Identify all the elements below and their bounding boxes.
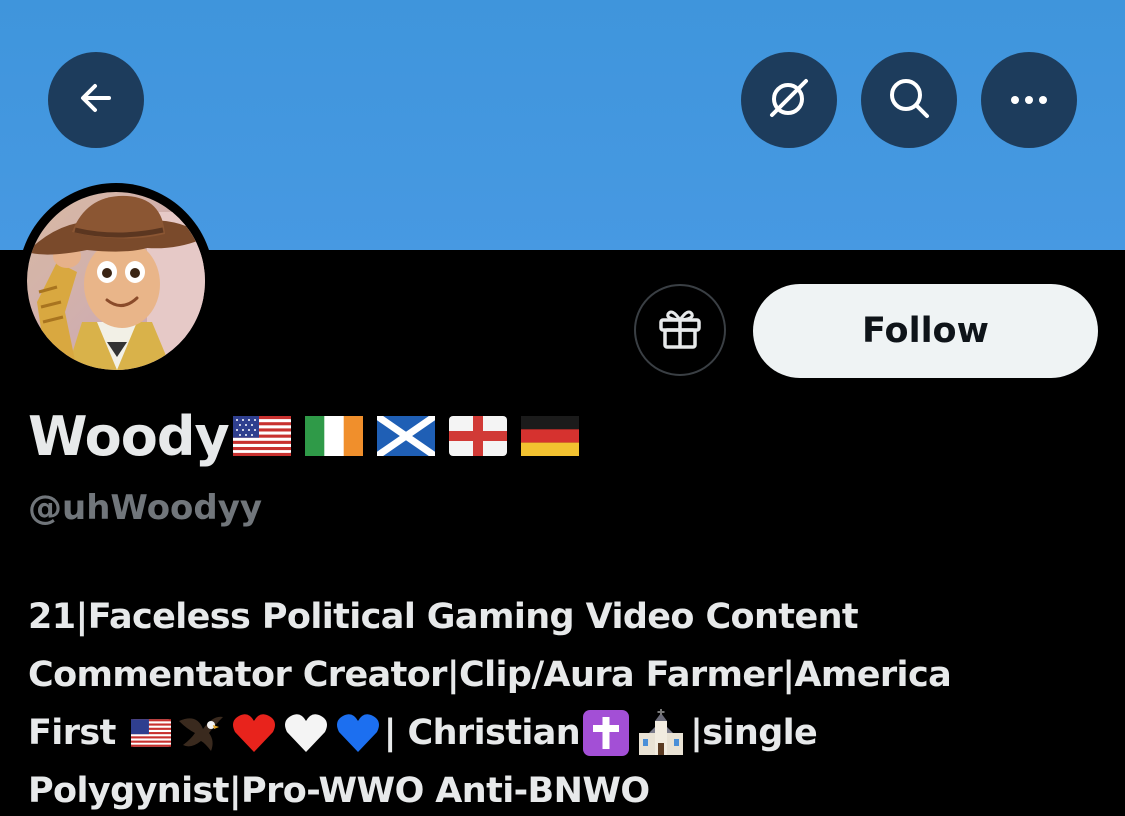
grok-icon: [766, 75, 812, 125]
profile-display-name: Woody: [28, 400, 579, 472]
arrow-left-icon: [76, 78, 116, 122]
avatar-frame: [18, 183, 214, 379]
follow-button[interactable]: Follow: [753, 284, 1098, 378]
bio-text-christian: | Christian: [383, 713, 581, 753]
gift-button[interactable]: [634, 284, 726, 376]
church-icon: [639, 709, 684, 755]
bio-text-single: |single: [690, 713, 818, 753]
flag-scotland-icon: [376, 416, 435, 456]
profile-bio: 21|Faceless Political Gaming Video Conte…: [28, 588, 1108, 816]
bio-line-4: Polygynist|Pro-WWO Anti-BNWO: [28, 771, 650, 811]
name-flags: [232, 416, 579, 456]
bio-line-1: 21|Faceless Political Gaming Video Conte…: [28, 597, 859, 637]
bio-line-3: First | Christian |single: [28, 704, 1108, 762]
profile-page: Follow Woody @uhWoodyy 21|Faceless Polit…: [0, 0, 1125, 816]
grok-button[interactable]: [741, 52, 837, 148]
flag-germany-icon: [520, 416, 579, 456]
avatar[interactable]: [27, 192, 205, 370]
display-name-text: Woody: [28, 404, 230, 468]
bio-line-2: Commentator Creator|Clip/Aura Farmer|Ame…: [28, 655, 952, 695]
profile-handle: @uhWoodyy: [28, 488, 263, 528]
bio-text-first: First: [28, 713, 116, 753]
flag-us-icon: [232, 416, 291, 456]
eagle-icon: [178, 716, 223, 751]
more-options-button[interactable]: [981, 52, 1077, 148]
search-icon: [886, 75, 932, 125]
gift-icon: [657, 306, 703, 354]
follow-button-label: Follow: [862, 311, 989, 351]
back-button[interactable]: [48, 52, 144, 148]
flag-us-icon: [130, 719, 171, 747]
more-horizontal-icon: [1007, 91, 1051, 110]
flag-england-icon: [448, 416, 507, 456]
search-button[interactable]: [861, 52, 957, 148]
blue-heart-icon: [336, 714, 379, 752]
flag-ireland-icon: [304, 416, 363, 456]
red-heart-icon: [232, 714, 275, 752]
white-heart-icon: [284, 714, 327, 752]
latin-cross-icon: [583, 710, 630, 756]
